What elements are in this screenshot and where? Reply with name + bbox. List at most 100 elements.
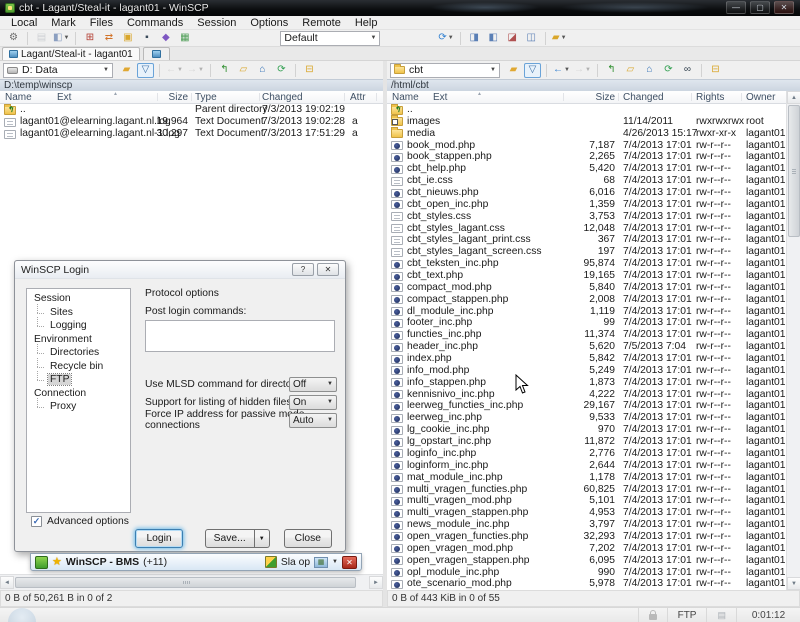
scroll-down-arrow[interactable]: ▼: [787, 577, 800, 590]
menu-item[interactable]: Mark: [44, 16, 82, 30]
directory-tree-button[interactable]: ⊟▼: [301, 63, 318, 78]
home-directory-button[interactable]: ⌂▼: [254, 63, 271, 78]
multi_vragen_functies.php[interactable]: multi_vragen_functies.php 60,825 7/4/201…: [387, 484, 786, 496]
transfer-options-button[interactable]: ◆▼: [157, 31, 174, 46]
open_vragen_functies.php[interactable]: open_vragen_functies.php 32,293 7/4/2013…: [387, 531, 786, 543]
media[interactable]: media 4/26/2013 15:17 rwxr-xr-x lagant01: [387, 128, 786, 140]
scrollbar-thumb[interactable]: [788, 105, 800, 237]
vertical-scrollbar[interactable]: ▲ ▼: [786, 91, 800, 590]
close-button[interactable]: ✕: [774, 1, 794, 14]
cbt_styles_lagant_print.css[interactable]: cbt_styles_lagant_print.css 367 7/4/2013…: [387, 234, 786, 246]
tree-item[interactable]: Recycle bin: [27, 360, 130, 374]
opl_module_inc.php[interactable]: opl_module_inc.php 990 7/4/2013 17:01 rw…: [387, 567, 786, 579]
transfer-settings-combo[interactable]: Default ▼: [280, 31, 380, 46]
force-ip-combo[interactable]: Auto ▼: [289, 413, 337, 428]
scroll-right-arrow[interactable]: ►: [369, 576, 383, 589]
root-directory-button[interactable]: ▱▼: [622, 63, 639, 78]
login-button[interactable]: Login: [135, 529, 182, 548]
column-name[interactable]: Name: [392, 92, 419, 103]
cbt_styles.css[interactable]: cbt_styles.css 3,753 7/4/2013 17:01 rw-r…: [387, 211, 786, 223]
compact_mod.php[interactable]: compact_mod.php 5,840 7/4/2013 17:01 rw-…: [387, 282, 786, 294]
cbt_open_inc.php[interactable]: cbt_open_inc.php 1,359 7/4/2013 17:01 rw…: [387, 199, 786, 211]
capture-save-button[interactable]: Sla op: [281, 557, 310, 568]
ote_scenario_mod.php[interactable]: ote_scenario_mod.php 5,978 7/4/2013 17:0…: [387, 578, 786, 590]
menu-item[interactable]: Files: [83, 16, 120, 30]
header_inc.php[interactable]: header_inc.php 5,620 7/5/2013 7:04 rw-r-…: [387, 341, 786, 353]
open_vragen_stappen.php[interactable]: open_vragen_stappen.php 6,095 7/4/2013 1…: [387, 555, 786, 567]
functies_inc.php[interactable]: functies_inc.php 11,374 7/4/2013 17:01 r…: [387, 329, 786, 341]
new-session-button[interactable]: ◨▼: [466, 31, 483, 46]
horizontal-scrollbar[interactable]: ◄ ►: [0, 574, 383, 590]
local-path-bar[interactable]: D:\temp\winscp: [0, 79, 383, 91]
advanced-options-checkbox[interactable]: ✓: [31, 516, 42, 527]
dialog-close-button[interactable]: ✕: [317, 263, 339, 276]
find-files-button[interactable]: ∞▼: [679, 63, 696, 78]
tree-item[interactable]: Logging: [27, 319, 130, 333]
filter-button[interactable]: ▽▼: [137, 63, 154, 78]
tree-item[interactable]: Sites: [27, 306, 130, 320]
tree-item[interactable]: FTP: [27, 373, 130, 387]
refresh-button[interactable]: ⟳▼: [660, 63, 677, 78]
scroll-left-arrow[interactable]: ◄: [0, 576, 14, 589]
back-button[interactable]: ←▼: [165, 63, 184, 78]
filter-button[interactable]: ▽▼: [524, 63, 541, 78]
parent-directory-button[interactable]: ↰▼: [216, 63, 233, 78]
synchronize-button[interactable]: ⊞▼: [81, 31, 98, 46]
news_module_inc.php[interactable]: news_module_inc.php 3,797 7/4/2013 17:01…: [387, 519, 786, 531]
minimize-button[interactable]: —: [726, 1, 746, 14]
back-button[interactable]: ←▼: [552, 63, 571, 78]
menu-item[interactable]: Session: [190, 16, 243, 30]
maximize-button[interactable]: ▢: [750, 1, 770, 14]
column-type[interactable]: Type: [195, 92, 217, 103]
parent-directory-button[interactable]: ↰▼: [603, 63, 620, 78]
book_mod.php[interactable]: book_mod.php 7,187 7/4/2013 17:01 rw-r--…: [387, 140, 786, 152]
chevron-down-icon[interactable]: ▼: [332, 559, 338, 565]
tree-item[interactable]: Connection: [27, 387, 130, 401]
remote-directory-combo[interactable]: cbt ▼: [390, 63, 500, 78]
kennisnivo_inc.php[interactable]: kennisnivo_inc.php 4,222 7/4/2013 17:01 …: [387, 389, 786, 401]
forward-button[interactable]: →▼: [186, 63, 205, 78]
hidden-files-combo[interactable]: On ▼: [289, 395, 337, 410]
column-ext[interactable]: Ext: [433, 92, 447, 103]
transfer-mode-button[interactable]: ◧▼: [52, 31, 70, 46]
tree-item[interactable]: Directories: [27, 346, 130, 360]
leerweg_inc.php[interactable]: leerweg_inc.php 9,533 7/4/2013 17:01 rw-…: [387, 412, 786, 424]
column-attr[interactable]: Attr: [350, 92, 366, 103]
session-color-button[interactable]: ◫▼: [523, 31, 540, 46]
tree-item[interactable]: Proxy: [27, 400, 130, 414]
menu-item[interactable]: Help: [348, 16, 385, 30]
multi_vragen_stappen.php[interactable]: multi_vragen_stappen.php 4,953 7/4/2013 …: [387, 507, 786, 519]
images[interactable]: images 11/14/2011 rwxrwxrwx root: [387, 116, 786, 128]
close-dialog-button[interactable]: Close: [284, 529, 332, 548]
lagant01@elearning.lagant.nl-1.log[interactable]: lagant01@elearning.lagant.nl-1.log 30,29…: [0, 128, 383, 140]
cbt_teksten_inc.php[interactable]: cbt_teksten_inc.php 95,874 7/4/2013 17:0…: [387, 258, 786, 270]
loginform_inc.php[interactable]: loginform_inc.php 2,644 7/4/2013 17:01 r…: [387, 460, 786, 472]
open_vragen_mod.php[interactable]: open_vragen_mod.php 7,202 7/4/2013 17:01…: [387, 543, 786, 555]
info_stappen.php[interactable]: info_stappen.php 1,873 7/4/2013 17:01 rw…: [387, 377, 786, 389]
background-transfers-button[interactable]: ▦▼: [176, 31, 193, 46]
synchronize-browsing-button[interactable]: ⟳▼: [437, 31, 454, 46]
mlsd-combo[interactable]: Off ▼: [289, 377, 337, 392]
save-button[interactable]: Save...: [205, 529, 255, 548]
open-directory-button[interactable]: ▰▼: [118, 63, 135, 78]
mat_module_inc.php[interactable]: mat_module_inc.php 1,178 7/4/2013 17:01 …: [387, 472, 786, 484]
scrollbar-thumb[interactable]: [15, 577, 356, 588]
column-size[interactable]: Size: [140, 92, 188, 103]
cbt_styles_lagant_screen.css[interactable]: cbt_styles_lagant_screen.css 197 7/4/201…: [387, 246, 786, 258]
column-changed[interactable]: Changed: [623, 92, 664, 103]
info_mod.php[interactable]: info_mod.php 5,249 7/4/2013 17:01 rw-r--…: [387, 365, 786, 377]
help-button[interactable]: ?: [292, 263, 314, 276]
compare-directories-button[interactable]: ▣▼: [119, 31, 136, 46]
lg_opstart_inc.php[interactable]: lg_opstart_inc.php 11,872 7/4/2013 17:01…: [387, 436, 786, 448]
lagant01@elearning.lagant.nl.log[interactable]: lagant01@elearning.lagant.nl.log 19,964 …: [0, 116, 383, 128]
..[interactable]: .. Parent directory 7/3/2013 19:02:19: [0, 104, 383, 116]
close-session-button[interactable]: ◪▼: [504, 31, 521, 46]
column-ext[interactable]: Ext: [57, 92, 71, 103]
post-login-commands-input[interactable]: [145, 320, 335, 352]
capture-close-button[interactable]: ✕: [342, 556, 357, 569]
remote-path-bar[interactable]: /html/cbt: [387, 79, 800, 91]
loginfo_inc.php[interactable]: loginfo_inc.php 2,776 7/4/2013 17:01 rw-…: [387, 448, 786, 460]
lg_cookie_inc.php[interactable]: lg_cookie_inc.php 970 7/4/2013 17:01 rw-…: [387, 424, 786, 436]
column-rights[interactable]: Rights: [696, 92, 724, 103]
cbt_text.php[interactable]: cbt_text.php 19,165 7/4/2013 17:01 rw-r-…: [387, 270, 786, 282]
